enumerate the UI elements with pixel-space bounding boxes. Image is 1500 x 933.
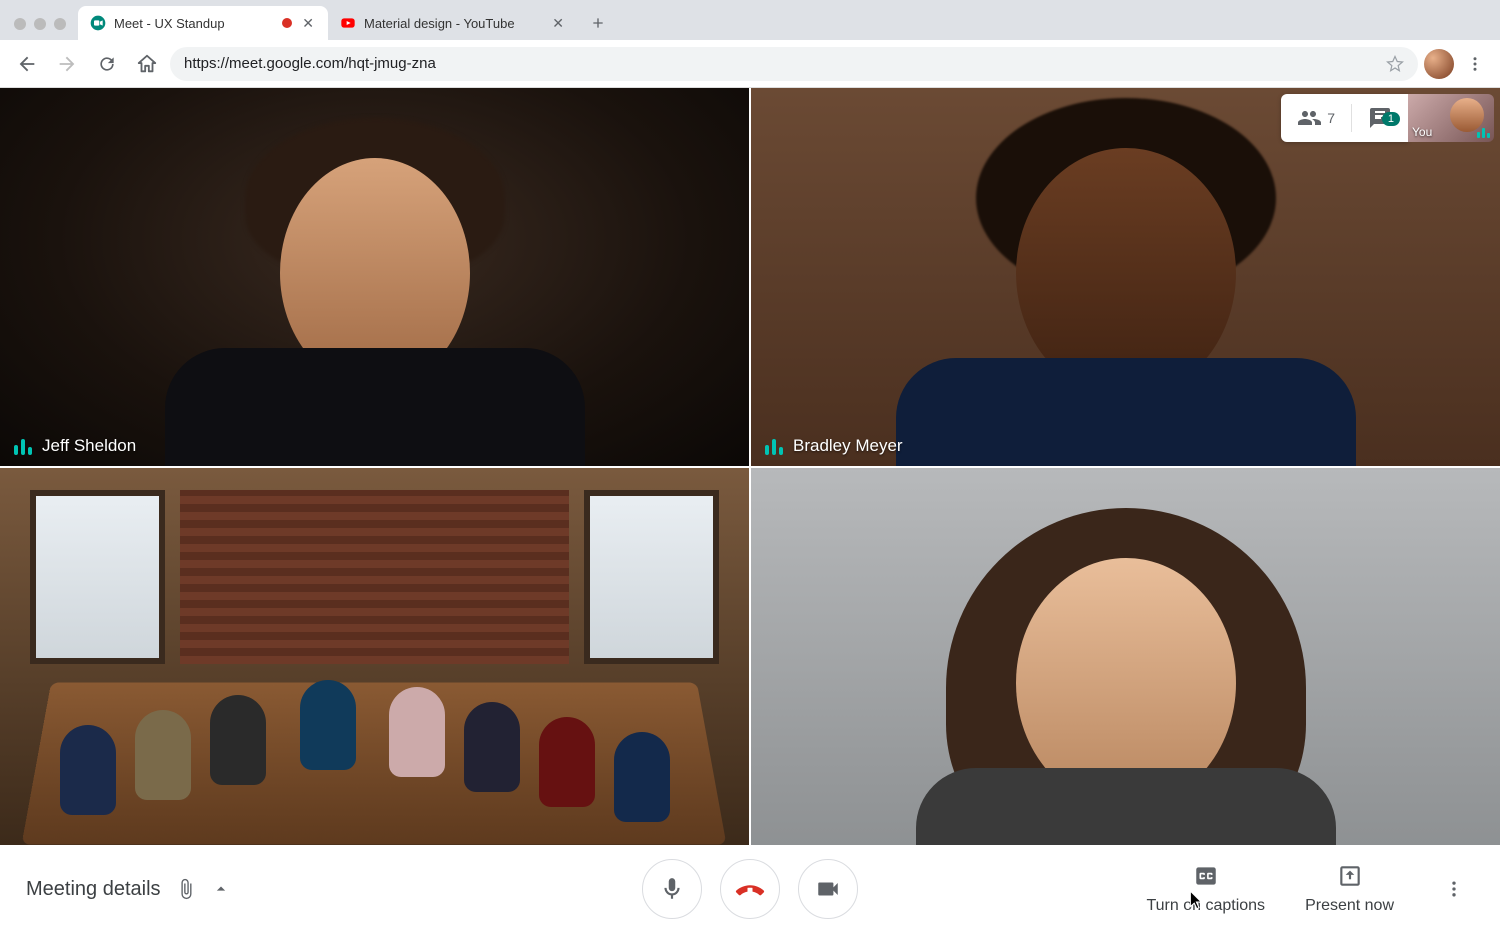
overlay-pill: 7 1 <box>1281 94 1408 142</box>
chevron-up-icon <box>211 879 231 899</box>
meet-app: Jeff Sheldon Bradley Meyer <box>0 88 1500 933</box>
participant-name: Bradley Meyer <box>793 436 903 456</box>
chat-button[interactable]: 1 <box>1352 106 1408 130</box>
microphone-icon <box>659 876 685 902</box>
participant-tile[interactable]: Bradley Meyer <box>751 88 1500 466</box>
participant-tile[interactable] <box>0 468 749 846</box>
captions-icon <box>1193 863 1219 889</box>
speaking-indicator-icon <box>765 437 783 455</box>
self-label: You <box>1412 125 1432 139</box>
tab-close-button[interactable]: ✕ <box>300 15 316 32</box>
tab-close-button[interactable]: ✕ <box>550 15 566 32</box>
video-grid: Jeff Sheldon Bradley Meyer <box>0 88 1500 845</box>
present-button[interactable]: Present now <box>1305 863 1394 915</box>
tab-meet[interactable]: Meet - UX Standup ✕ <box>78 6 328 40</box>
participants-button[interactable]: 7 <box>1281 106 1351 130</box>
new-tab-button[interactable] <box>584 9 612 37</box>
meeting-details-button[interactable]: Meeting details <box>26 878 231 901</box>
participant-name-bar: Jeff Sheldon <box>14 436 136 456</box>
meet-favicon-icon <box>90 15 106 31</box>
participant-count: 7 <box>1327 110 1335 126</box>
window-traffic-lights <box>8 18 78 40</box>
traffic-light-close[interactable] <box>14 18 26 30</box>
tab-youtube[interactable]: Material design - YouTube ✕ <box>328 6 578 40</box>
end-call-button[interactable] <box>720 859 780 919</box>
participant-name-bar: Bradley Meyer <box>765 436 903 456</box>
captions-label: Turn on captions <box>1146 897 1265 915</box>
address-bar[interactable]: https://meet.google.com/hqt-jmug-zna <box>170 47 1418 81</box>
youtube-favicon-icon <box>340 15 356 31</box>
present-icon <box>1337 863 1363 889</box>
tab-strip: Meet - UX Standup ✕ Material design - Yo… <box>0 0 1500 40</box>
people-icon <box>1297 106 1321 130</box>
self-view-thumbnail[interactable]: You <box>1408 94 1494 142</box>
chat-badge: 1 <box>1382 112 1400 126</box>
browser-chrome: Meet - UX Standup ✕ Material design - Yo… <box>0 0 1500 88</box>
url-text: https://meet.google.com/hqt-jmug-zna <box>184 55 1376 72</box>
camera-icon <box>815 876 841 902</box>
kebab-icon <box>1444 879 1464 899</box>
nav-reload-button[interactable] <box>90 47 124 81</box>
hangup-icon <box>735 874 765 904</box>
tab-title: Meet - UX Standup <box>114 16 274 31</box>
nav-back-button[interactable] <box>10 47 44 81</box>
captions-button[interactable]: Turn on captions <box>1146 863 1265 915</box>
tab-title: Material design - YouTube <box>364 16 542 31</box>
top-right-overlay: 7 1 You <box>1281 94 1494 142</box>
participant-name: Jeff Sheldon <box>42 436 136 456</box>
right-controls: Turn on captions Present now <box>1146 863 1474 915</box>
speaking-indicator-icon <box>1477 128 1490 138</box>
traffic-light-zoom[interactable] <box>54 18 66 30</box>
participant-tile[interactable] <box>751 468 1500 846</box>
bookmark-star-icon[interactable] <box>1386 55 1404 73</box>
attachment-icon <box>175 878 197 900</box>
nav-home-button[interactable] <box>130 47 164 81</box>
browser-menu-button[interactable] <box>1460 55 1490 73</box>
traffic-light-minimize[interactable] <box>34 18 46 30</box>
more-options-button[interactable] <box>1434 879 1474 899</box>
present-label: Present now <box>1305 897 1394 915</box>
participant-tile[interactable]: Jeff Sheldon <box>0 88 749 466</box>
mute-mic-button[interactable] <box>642 859 702 919</box>
call-controls <box>642 859 858 919</box>
meeting-details-label: Meeting details <box>26 878 161 901</box>
nav-forward-button[interactable] <box>50 47 84 81</box>
recording-indicator-icon <box>282 18 292 28</box>
bottom-bar: Meeting details Tur <box>0 845 1500 933</box>
toggle-camera-button[interactable] <box>798 859 858 919</box>
speaking-indicator-icon <box>14 437 32 455</box>
browser-toolbar: https://meet.google.com/hqt-jmug-zna <box>0 40 1500 88</box>
profile-avatar[interactable] <box>1424 49 1454 79</box>
